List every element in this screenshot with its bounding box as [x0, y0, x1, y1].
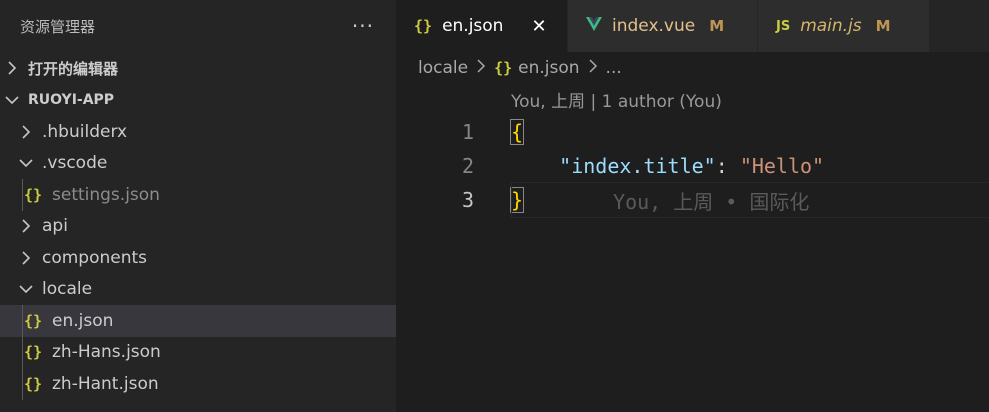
tree-item-label: components: [42, 247, 148, 268]
tree-folder-components[interactable]: components: [0, 242, 396, 274]
tree-item-label: zh-Hant.json: [52, 373, 159, 394]
explorer-sidebar: 资源管理器 ··· 打开的编辑器 RUOYI-APP .hbuilderx .v…: [0, 0, 396, 412]
chevron-right-icon: [18, 124, 34, 140]
breadcrumb: locale {} en.json ...: [396, 52, 989, 84]
modified-badge: M: [709, 17, 725, 35]
json-colon: :: [715, 154, 740, 178]
chevron-down-icon: [18, 155, 34, 171]
indent-guide: [22, 179, 23, 211]
indent-guide: [22, 336, 23, 368]
tree-item-label: .vscode: [42, 153, 108, 174]
more-actions-icon[interactable]: ···: [352, 14, 374, 38]
json-value: "Hello": [739, 154, 825, 178]
tree-folder-locale[interactable]: locale: [0, 274, 396, 306]
tab-label: main.js: [800, 16, 862, 36]
modified-badge: M: [875, 17, 891, 35]
tree-file-settings-json[interactable]: {} settings.json: [0, 179, 396, 211]
breadcrumb-folder[interactable]: locale: [418, 58, 468, 78]
editor-area: {} en.json ✕ index.vue M JS main.js M lo…: [396, 0, 989, 412]
editor-tabs: {} en.json ✕ index.vue M JS main.js M: [396, 0, 989, 52]
open-brace: {: [509, 119, 525, 145]
tab-main-js[interactable]: JS main.js M: [758, 0, 930, 52]
json-file-icon: {}: [24, 343, 43, 362]
explorer-header: 资源管理器 ···: [0, 0, 396, 52]
tree-item-label: api: [42, 216, 68, 237]
codelens-blame[interactable]: You, 上周 | 1 author (You): [396, 84, 989, 115]
json-file-icon: {}: [24, 185, 43, 204]
current-line-highlight: [511, 182, 989, 218]
json-file-icon: {}: [24, 374, 43, 393]
tab-en-json[interactable]: {} en.json ✕: [396, 0, 568, 52]
line-number: 2: [461, 154, 474, 178]
tree-file-en-json[interactable]: {} en.json: [0, 305, 396, 337]
json-file-icon: {}: [414, 17, 433, 35]
code-line: 1 {: [396, 115, 989, 149]
project-label: RUOYI-APP: [28, 92, 115, 108]
breadcrumb-file[interactable]: en.json: [518, 58, 579, 78]
tree-folder-api[interactable]: api: [0, 211, 396, 243]
tab-label: en.json: [442, 16, 504, 36]
close-icon[interactable]: ✕: [531, 16, 546, 37]
chevron-right-icon: [476, 58, 486, 78]
chevron-right-icon: [18, 218, 34, 234]
chevron-right-icon: [18, 250, 34, 266]
json-file-icon: {}: [494, 59, 513, 77]
chevron-right-icon: [588, 58, 598, 78]
code-editor[interactable]: 1 { 2 "index.title": "Hello" 3 } You, 上周…: [396, 115, 989, 218]
line-number: 3: [461, 188, 474, 212]
open-editors-section[interactable]: 打开的编辑器: [0, 52, 396, 84]
indent-guide: [22, 305, 23, 337]
tree-file-zh-hant-json[interactable]: {} zh-Hant.json: [0, 368, 396, 400]
chevron-right-icon: [4, 60, 20, 76]
chevron-down-icon: [4, 92, 20, 108]
tree-file-zh-hans-json[interactable]: {} zh-Hans.json: [0, 336, 396, 368]
project-section[interactable]: RUOYI-APP: [0, 84, 396, 116]
vue-file-icon: [586, 16, 602, 36]
tree-item-label: .hbuilderx: [42, 121, 128, 142]
tree-item-label: locale: [42, 279, 93, 300]
code-line-current: 3 } You, 上周 • 国际化: [396, 182, 989, 218]
line-number: 1: [461, 120, 474, 144]
open-editors-label: 打开的编辑器: [28, 59, 119, 78]
json-file-icon: {}: [24, 311, 43, 330]
js-file-icon: JS: [776, 18, 791, 34]
tree-item-label: settings.json: [52, 184, 160, 205]
code-content: "index.title": "Hello": [511, 154, 824, 178]
chevron-down-icon: [18, 281, 34, 297]
indent-guide: [22, 368, 23, 400]
tree-item-label: zh-Hans.json: [52, 342, 161, 363]
breadcrumb-rest[interactable]: ...: [606, 58, 622, 78]
tree-folder-hbuilderx[interactable]: .hbuilderx: [0, 116, 396, 148]
explorer-title: 资源管理器: [20, 17, 96, 36]
tab-index-vue[interactable]: index.vue M: [568, 0, 758, 52]
tab-label: index.vue: [612, 16, 696, 36]
tree-folder-vscode[interactable]: .vscode: [0, 148, 396, 180]
code-line: 2 "index.title": "Hello": [396, 149, 989, 183]
tree-item-label: en.json: [52, 310, 114, 331]
json-key: "index.title": [559, 154, 716, 178]
